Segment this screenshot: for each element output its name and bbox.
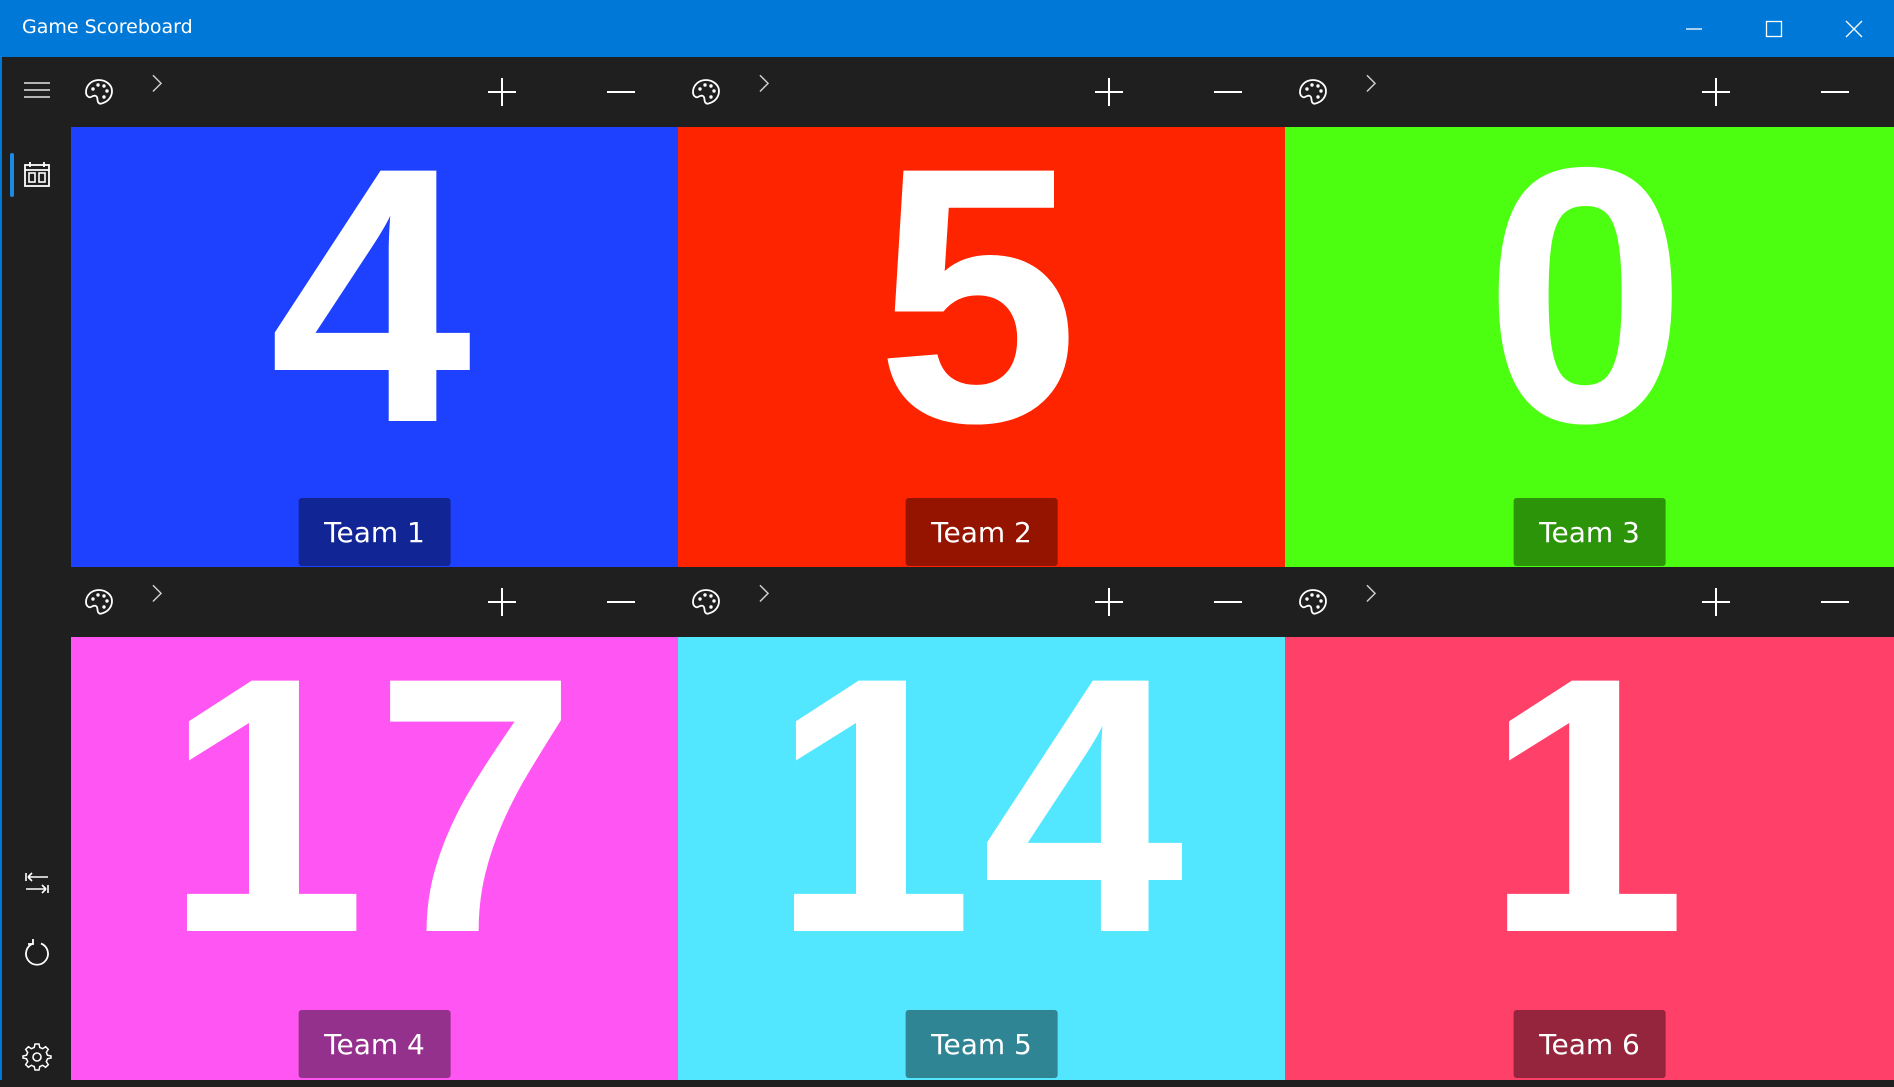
score-value[interactable]: 5 — [678, 127, 1285, 506]
increment-score-button[interactable] — [1688, 567, 1744, 637]
decrement-score-button[interactable] — [593, 567, 649, 637]
score-value[interactable]: 0 — [1285, 127, 1894, 506]
reset-icon — [24, 939, 49, 966]
maximize-button[interactable] — [1734, 0, 1814, 57]
increment-score-button[interactable] — [474, 57, 530, 127]
minimize-icon — [1686, 27, 1702, 30]
team-toolbar — [678, 57, 1285, 127]
score-tile[interactable]: 0 Team 3 — [1285, 127, 1894, 568]
team-name-label[interactable]: Team 4 — [298, 1010, 451, 1078]
expand-button[interactable] — [129, 560, 185, 630]
chevron-right-icon — [1366, 74, 1377, 93]
minus-icon — [1821, 91, 1849, 93]
plus-icon — [1095, 588, 1123, 616]
team-toolbar — [71, 57, 678, 127]
hamburger-menu-button[interactable] — [2, 60, 71, 120]
palette-icon — [85, 79, 113, 105]
palette-icon — [85, 589, 113, 615]
plus-icon — [1095, 78, 1123, 106]
minus-icon — [1214, 91, 1242, 93]
color-picker-button[interactable] — [71, 567, 127, 637]
minus-icon — [1214, 601, 1242, 603]
increment-score-button[interactable] — [1081, 567, 1137, 637]
color-picker-button[interactable] — [1285, 57, 1341, 127]
minus-icon — [607, 91, 635, 93]
team-toolbar — [678, 567, 1285, 637]
decrement-score-button[interactable] — [1807, 57, 1863, 127]
close-button[interactable] — [1814, 0, 1894, 57]
color-picker-button[interactable] — [71, 57, 127, 127]
chevron-right-icon — [759, 74, 770, 93]
palette-icon — [1299, 79, 1327, 105]
minus-icon — [607, 601, 635, 603]
palette-icon — [692, 589, 720, 615]
chevron-right-icon — [152, 74, 163, 93]
plus-icon — [488, 588, 516, 616]
score-value[interactable]: 14 — [678, 637, 1285, 1016]
maximize-icon — [1765, 20, 1783, 37]
plus-icon — [1702, 78, 1730, 106]
decrement-score-button[interactable] — [1200, 567, 1256, 637]
expand-button[interactable] — [1343, 50, 1399, 120]
decrement-score-button[interactable] — [593, 57, 649, 127]
plus-icon — [488, 78, 516, 106]
decrement-score-button[interactable] — [1807, 567, 1863, 637]
palette-icon — [692, 79, 720, 105]
color-picker-button[interactable] — [678, 57, 734, 127]
score-value[interactable]: 1 — [1285, 637, 1894, 1016]
minimize-button[interactable] — [1654, 0, 1734, 57]
swap-order-button[interactable] — [2, 853, 71, 913]
plus-icon — [1702, 588, 1730, 616]
team-toolbar — [1285, 567, 1894, 637]
team-name-label[interactable]: Team 1 — [298, 498, 451, 566]
chevron-right-icon — [1366, 584, 1377, 603]
swap-order-icon — [24, 872, 49, 894]
close-icon — [1845, 20, 1863, 37]
hamburger-menu-icon — [23, 82, 50, 98]
score-tile[interactable]: 14 Team 5 — [678, 637, 1285, 1080]
reset-button[interactable] — [2, 923, 71, 983]
score-tile[interactable]: 1 Team 6 — [1285, 637, 1894, 1080]
color-picker-button[interactable] — [1285, 567, 1341, 637]
score-value[interactable]: 17 — [71, 637, 678, 1016]
nav-sidebar — [2, 57, 71, 1080]
expand-button[interactable] — [736, 560, 792, 630]
increment-score-button[interactable] — [1688, 57, 1744, 127]
scoreboard-icon — [23, 162, 50, 187]
color-picker-button[interactable] — [678, 567, 734, 637]
score-tile[interactable]: 17 Team 4 — [71, 637, 678, 1080]
palette-icon — [1299, 589, 1327, 615]
expand-button[interactable] — [1343, 560, 1399, 630]
expand-button[interactable] — [736, 50, 792, 120]
increment-score-button[interactable] — [1081, 57, 1137, 127]
team-toolbar — [1285, 57, 1894, 127]
team-name-label[interactable]: Team 5 — [905, 1010, 1058, 1078]
team-name-label[interactable]: Team 2 — [905, 498, 1058, 566]
score-tile[interactable]: 4 Team 1 — [71, 127, 678, 568]
window-title: Game Scoreboard — [22, 16, 193, 38]
sidebar-item-scoreboard[interactable] — [2, 145, 71, 205]
gear-icon — [21, 1043, 52, 1071]
score-tile[interactable]: 5 Team 2 — [678, 127, 1285, 568]
team-name-label[interactable]: Team 3 — [1513, 498, 1666, 566]
decrement-score-button[interactable] — [1200, 57, 1256, 127]
minus-icon — [1821, 601, 1849, 603]
settings-button[interactable] — [2, 1027, 71, 1087]
team-toolbar — [71, 567, 678, 637]
chevron-right-icon — [759, 584, 770, 603]
title-bar: Game Scoreboard — [0, 0, 1894, 57]
increment-score-button[interactable] — [474, 567, 530, 637]
expand-button[interactable] — [129, 50, 185, 120]
chevron-right-icon — [152, 584, 163, 603]
score-value[interactable]: 4 — [71, 127, 678, 506]
team-name-label[interactable]: Team 6 — [1513, 1010, 1666, 1078]
